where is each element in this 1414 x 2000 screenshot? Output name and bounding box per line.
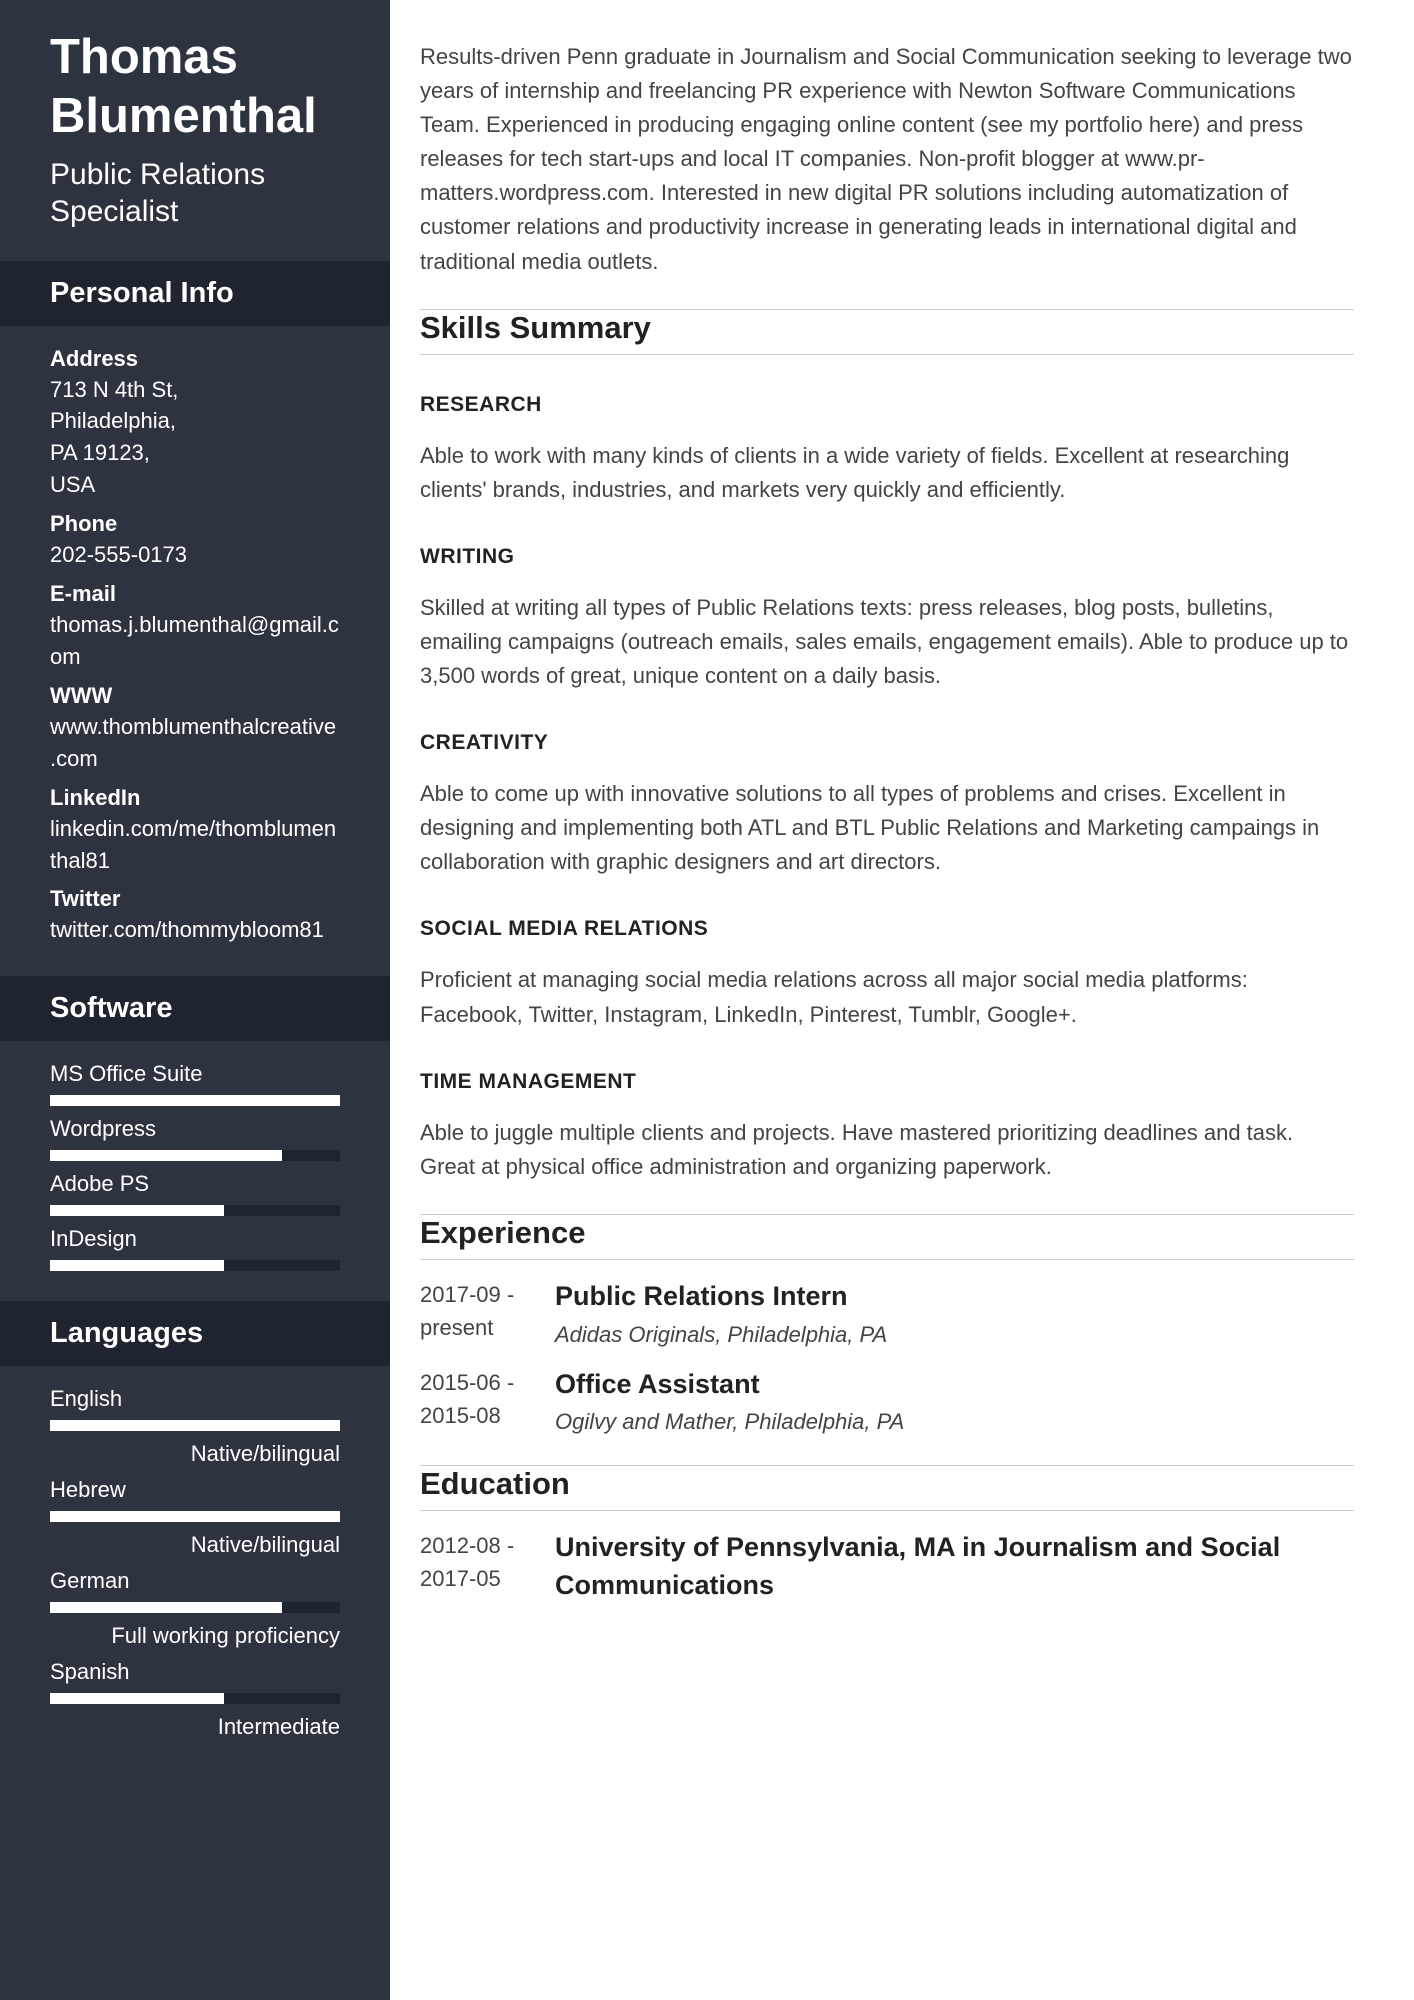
skill-bar-fill bbox=[50, 1260, 224, 1271]
experience-company: Ogilvy and Mather, Philadelphia, PA bbox=[555, 1409, 1354, 1435]
skill-heading: TIME MANAGEMENT bbox=[420, 1070, 1354, 1094]
experience-row: 2015-06 - 2015-08Office Assistant Ogilvy … bbox=[420, 1366, 1354, 1436]
name-block: Thomas Blumenthal Public Relations Speci… bbox=[0, 0, 390, 261]
skill-bar-fill bbox=[50, 1693, 224, 1704]
experience-row: 2017-09 - presentPublic Relations Intern… bbox=[420, 1278, 1354, 1348]
personal-info-header: Personal Info bbox=[0, 261, 390, 326]
experience-body: 2017-09 - presentPublic Relations Intern… bbox=[420, 1278, 1354, 1436]
software-name: MS Office Suite bbox=[50, 1061, 340, 1087]
skill-bar bbox=[50, 1095, 340, 1106]
skill-heading: WRITING bbox=[420, 545, 1354, 569]
summary-text: Results-driven Penn graduate in Journali… bbox=[420, 40, 1354, 279]
skill-bar bbox=[50, 1602, 340, 1613]
skill-bar-fill bbox=[50, 1420, 340, 1431]
skill-description: Proficient at managing social media rela… bbox=[420, 963, 1354, 1031]
skills-summary-header: Skills Summary bbox=[420, 310, 1354, 355]
education-header: Education bbox=[420, 1466, 1354, 1511]
language-level: Full working proficiency bbox=[50, 1623, 340, 1649]
skill-bar-fill bbox=[50, 1511, 340, 1522]
info-label: E-mail bbox=[50, 581, 340, 607]
skill-bar-fill bbox=[50, 1150, 282, 1161]
education-body: 2012-08 - 2017-05University of Pennsylva… bbox=[420, 1529, 1354, 1605]
experience-title: Office Assistant bbox=[555, 1366, 1354, 1404]
education-content: University of Pennsylvania, MA in Journa… bbox=[555, 1529, 1354, 1605]
experience-company: Adidas Originals, Philadelphia, PA bbox=[555, 1322, 1354, 1348]
experience-content: Public Relations Intern Adidas Originals,… bbox=[555, 1278, 1354, 1348]
language-item: English Native/bilingual bbox=[50, 1386, 340, 1467]
languages-body: English Native/bilingual Hebrew Native/bili… bbox=[0, 1366, 390, 1770]
education-dates: 2012-08 - 2017-05 bbox=[420, 1529, 555, 1605]
language-name: German bbox=[50, 1568, 340, 1594]
language-name: Hebrew bbox=[50, 1477, 340, 1503]
software-header: Software bbox=[0, 976, 390, 1041]
experience-dates: 2015-06 - 2015-08 bbox=[420, 1366, 555, 1436]
language-level: Native/bilingual bbox=[50, 1532, 340, 1558]
personal-info-body: Address713 N 4th St, Philadelphia, PA 19… bbox=[0, 326, 390, 977]
language-level: Intermediate bbox=[50, 1714, 340, 1740]
languages-header: Languages bbox=[0, 1301, 390, 1366]
info-label: LinkedIn bbox=[50, 785, 340, 811]
skill-description: Able to work with many kinds of clients … bbox=[420, 439, 1354, 507]
info-value: thomas.j.blumenthal@gmail.com bbox=[50, 609, 340, 673]
sidebar: Thomas Blumenthal Public Relations Speci… bbox=[0, 0, 390, 2000]
info-label: WWW bbox=[50, 683, 340, 709]
skill-bar bbox=[50, 1150, 340, 1161]
software-item: Wordpress bbox=[50, 1116, 340, 1161]
experience-title: Public Relations Intern bbox=[555, 1278, 1354, 1316]
info-label: Address bbox=[50, 346, 340, 372]
skill-description: Able to juggle multiple clients and proj… bbox=[420, 1116, 1354, 1184]
info-label: Twitter bbox=[50, 886, 340, 912]
software-name: InDesign bbox=[50, 1226, 340, 1252]
software-body: MS Office Suite Wordpress Adobe PS InDesign bbox=[0, 1041, 390, 1301]
info-value: www.thomblumenthalcreative.com bbox=[50, 711, 340, 775]
skill-heading: SOCIAL MEDIA RELATIONS bbox=[420, 917, 1354, 941]
language-name: Spanish bbox=[50, 1659, 340, 1685]
skill-bar-fill bbox=[50, 1095, 340, 1106]
skill-description: Skilled at writing all types of Public R… bbox=[420, 591, 1354, 693]
skill-description: Able to come up with innovative solution… bbox=[420, 777, 1354, 879]
language-item: Hebrew Native/bilingual bbox=[50, 1477, 340, 1558]
software-item: Adobe PS bbox=[50, 1171, 340, 1216]
skill-bar bbox=[50, 1511, 340, 1522]
language-name: English bbox=[50, 1386, 340, 1412]
software-name: Adobe PS bbox=[50, 1171, 340, 1197]
skill-bar-fill bbox=[50, 1205, 224, 1216]
skill-bar-fill bbox=[50, 1602, 282, 1613]
experience-header: Experience bbox=[420, 1215, 1354, 1260]
skill-bar bbox=[50, 1693, 340, 1704]
main-content: Results-driven Penn graduate in Journali… bbox=[390, 0, 1414, 2000]
software-name: Wordpress bbox=[50, 1116, 340, 1142]
job-title: Public Relations Specialist bbox=[50, 156, 340, 231]
skill-heading: CREATIVITY bbox=[420, 731, 1354, 755]
info-value: 713 N 4th St, Philadelphia, PA 19123, US… bbox=[50, 374, 340, 502]
education-row: 2012-08 - 2017-05University of Pennsylva… bbox=[420, 1529, 1354, 1605]
info-value: twitter.com/thommybloom81 bbox=[50, 914, 340, 946]
skill-bar bbox=[50, 1205, 340, 1216]
language-item: Spanish Intermediate bbox=[50, 1659, 340, 1740]
info-value: linkedin.com/me/thomblumenthal81 bbox=[50, 813, 340, 877]
skill-heading: RESEARCH bbox=[420, 393, 1354, 417]
skill-bar bbox=[50, 1420, 340, 1431]
education-title: University of Pennsylvania, MA in Journa… bbox=[555, 1529, 1354, 1605]
experience-content: Office Assistant Ogilvy and Mather, Phila… bbox=[555, 1366, 1354, 1436]
person-name: Thomas Blumenthal bbox=[50, 28, 340, 146]
software-item: MS Office Suite bbox=[50, 1061, 340, 1106]
info-label: Phone bbox=[50, 511, 340, 537]
info-value: 202-555-0173 bbox=[50, 539, 340, 571]
skill-bar bbox=[50, 1260, 340, 1271]
language-item: German Full working proficiency bbox=[50, 1568, 340, 1649]
software-item: InDesign bbox=[50, 1226, 340, 1271]
language-level: Native/bilingual bbox=[50, 1441, 340, 1467]
skills-body: RESEARCH Able to work with many kinds of … bbox=[420, 393, 1354, 1184]
experience-dates: 2017-09 - present bbox=[420, 1278, 555, 1348]
